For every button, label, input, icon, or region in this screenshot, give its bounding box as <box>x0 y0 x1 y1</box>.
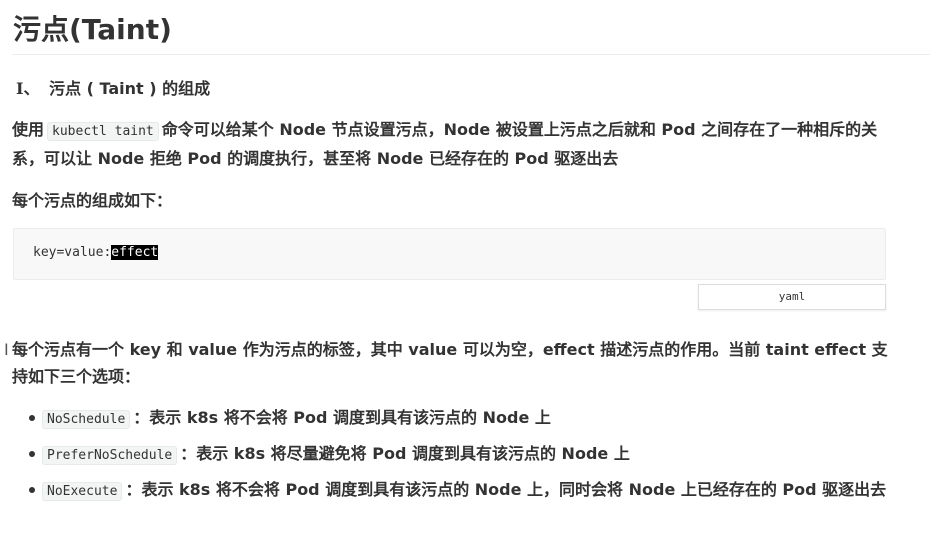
bullet-icon <box>29 415 35 421</box>
bullet-icon <box>29 487 35 493</box>
effect-code: NoSchedule <box>42 410 131 429</box>
text-cursor-icon: I <box>4 340 9 359</box>
code-selection: effect <box>111 245 159 260</box>
code-block[interactable]: key=value:effect <box>13 228 886 280</box>
code-line[interactable]: key=value:effect <box>33 245 159 260</box>
intro-paragraph: 使用 kubectl taint 命令可以给某个 Node 节点设置污点，Node … <box>12 116 892 172</box>
section-number: I、 <box>16 79 40 98</box>
effect-desc: ：表示 k8s 将尽量避免将 Pod 调度到具有该污点的 Node 上 <box>180 444 630 463</box>
effect-code: NoExecute <box>42 482 123 501</box>
page-title: 污点(Taint) <box>13 13 172 46</box>
intro-before: 使用 <box>12 120 45 139</box>
title-divider <box>12 54 930 55</box>
effect-code: PreferNoSchedule <box>42 446 178 465</box>
code-prefix: key=value: <box>33 245 112 260</box>
section-heading: I、 污点 ( Taint ) 的组成 <box>16 75 210 99</box>
composition-heading: 每个污点的组成如下： <box>12 191 173 210</box>
inline-code-kubectl-taint: kubectl taint <box>47 122 159 141</box>
effect-desc: ：表示 k8s 将不会将 Pod 调度到具有该污点的 Node 上 <box>133 408 551 427</box>
section-heading-text: 污点 ( Taint ) 的组成 <box>49 79 211 98</box>
code-language-selector[interactable]: yaml <box>698 284 886 310</box>
bullet-icon <box>29 451 35 457</box>
description-paragraph: 每个污点有一个 key 和 value 作为污点的标签，其中 value 可以为… <box>12 340 888 386</box>
code-language-label: yaml <box>778 290 806 303</box>
effect-desc: ：表示 k8s 将不会将 Pod 调度到具有该污点的 Node 上，同时会将 N… <box>125 480 887 499</box>
